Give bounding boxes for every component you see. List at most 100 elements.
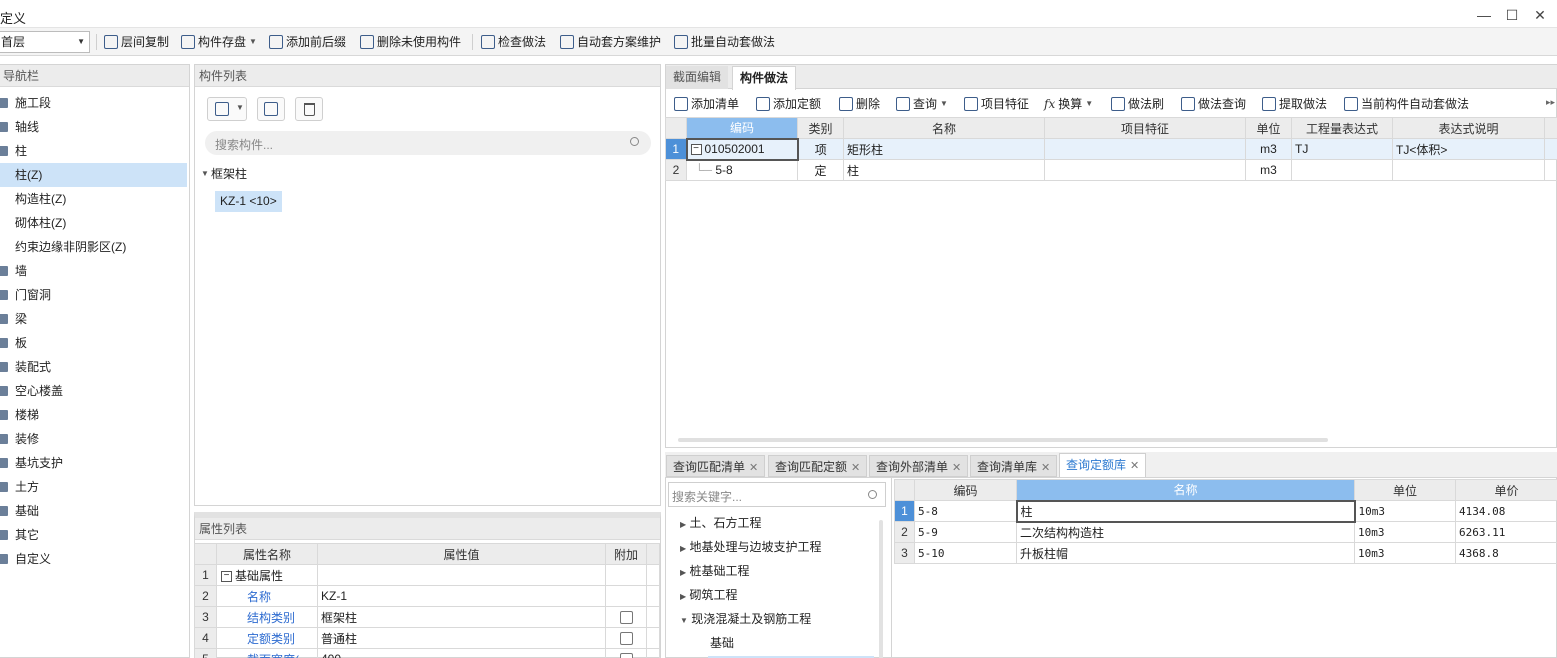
property-value[interactable]: KZ-1: [317, 585, 606, 607]
quota-search-input[interactable]: 搜索关键字...: [668, 482, 886, 507]
minimize-button[interactable]: —: [1472, 5, 1496, 25]
close-icon[interactable]: ✕: [749, 462, 758, 474]
horizontal-scrollbar[interactable]: [678, 438, 1328, 442]
nav-item-pit-support[interactable]: 基坑支护: [0, 451, 187, 475]
overflow-chevron-icon[interactable]: ▸▸: [1546, 97, 1555, 108]
close-icon[interactable]: ✕: [851, 462, 860, 474]
tab-component-method[interactable]: 构件做法: [732, 66, 797, 90]
close-icon[interactable]: ✕: [1130, 460, 1139, 472]
check-method-button[interactable]: 检查做法: [481, 32, 546, 52]
tab-match-list[interactable]: 查询匹配清单 ✕: [666, 455, 766, 477]
method-unit[interactable]: m3: [1245, 159, 1292, 181]
extract-method-button[interactable]: 提取做法: [1262, 94, 1327, 114]
method-name[interactable]: 矩形柱: [843, 138, 1045, 160]
nav-item-column-z[interactable]: 柱(Z): [0, 163, 187, 187]
table-row[interactable]: 2 名称 KZ-1: [194, 585, 660, 607]
table-row[interactable]: 1 5-8 柱 10m3 4134.08: [894, 499, 1557, 523]
tree-item-pile-foundation[interactable]: ▶ 桩基础工程: [680, 560, 750, 582]
collapse-icon[interactable]: −: [221, 570, 232, 582]
tree-item-base[interactable]: 基础: [710, 632, 734, 654]
tab-list-library[interactable]: 查询清单库 ✕: [970, 455, 1058, 477]
nav-item-constructional-column[interactable]: 构造柱(Z): [0, 187, 187, 211]
nav-item-masonry-column[interactable]: 砌体柱(Z): [0, 211, 187, 235]
nav-item-prefab[interactable]: 装配式: [0, 355, 187, 379]
tree-group-frame-column[interactable]: 框架柱: [211, 165, 247, 182]
add-prefix-suffix-button[interactable]: 添加前后缀: [269, 32, 346, 52]
method-query-button[interactable]: 做法查询: [1181, 94, 1246, 114]
quota-name[interactable]: 柱: [1015, 499, 1356, 523]
nav-item-beam[interactable]: 梁: [0, 307, 187, 331]
delete-unused-button[interactable]: 删除未使用构件: [360, 32, 461, 52]
quota-name[interactable]: 二次结构构造柱: [1016, 521, 1355, 543]
table-row[interactable]: 5 截面宽度( 400: [194, 648, 660, 658]
nav-item-decoration[interactable]: 装修: [0, 427, 187, 451]
property-value[interactable]: 400: [317, 648, 606, 658]
method-expression[interactable]: [1291, 159, 1393, 181]
table-row[interactable]: 3 结构类别 框架柱: [194, 606, 660, 628]
component-item-kz1[interactable]: KZ-1 <10>: [215, 191, 282, 212]
tab-section-edit[interactable]: 截面编辑: [666, 66, 729, 89]
delete-component-button[interactable]: [295, 97, 323, 121]
add-quota-button[interactable]: 添加定额: [756, 94, 821, 114]
batch-auto-method-button[interactable]: 批量自动套做法: [674, 32, 775, 52]
quota-name[interactable]: 升板柱帽: [1016, 542, 1355, 564]
chevron-down-icon[interactable]: ▼: [201, 169, 209, 178]
table-row[interactable]: 1 − 基础属性: [194, 564, 660, 586]
auto-apply-current-button[interactable]: 当前构件自动套做法: [1344, 94, 1469, 114]
method-brush-button[interactable]: 做法刷: [1111, 94, 1164, 114]
nav-item-construction-section[interactable]: 施工段: [0, 91, 187, 115]
pane-divider[interactable]: [891, 478, 892, 658]
method-unit[interactable]: m3: [1245, 138, 1292, 160]
close-button[interactable]: ✕: [1528, 5, 1552, 25]
close-icon[interactable]: ✕: [952, 462, 961, 474]
component-save-button[interactable]: 构件存盘 ▼: [181, 32, 257, 52]
maximize-button[interactable]: ☐: [1500, 5, 1524, 25]
component-search-input[interactable]: 搜索构件...: [205, 131, 651, 155]
property-value[interactable]: 框架柱: [317, 606, 606, 628]
nav-item-stairs[interactable]: 楼梯: [0, 403, 187, 427]
nav-item-other[interactable]: 其它: [0, 523, 187, 547]
table-row[interactable]: 3 5-10 升板柱帽 10m3 4368.8: [894, 542, 1557, 564]
nav-item-door-window[interactable]: 门窗洞: [0, 283, 187, 307]
auto-scheme-maintain-button[interactable]: 自动套方案维护: [560, 32, 661, 52]
extra-checkbox[interactable]: [619, 611, 633, 625]
nav-item-column[interactable]: 柱: [0, 139, 187, 163]
tree-item-earthwork[interactable]: ▶ 土、石方工程: [680, 512, 762, 534]
nav-item-boundary-non-shadow[interactable]: 约束边缘非阴影区(Z): [0, 235, 187, 259]
new-component-button[interactable]: ▼: [207, 97, 247, 121]
tree-scrollbar[interactable]: [879, 520, 883, 658]
tab-match-quota[interactable]: 查询匹配定额 ✕: [768, 455, 868, 477]
nav-item-wall[interactable]: 墙: [0, 259, 187, 283]
method-feature[interactable]: [1044, 138, 1246, 160]
convert-button[interactable]: fx 换算 ▼: [1044, 94, 1093, 114]
query-button[interactable]: 查询 ▼: [896, 94, 948, 114]
nav-item-axis[interactable]: 轴线: [0, 115, 187, 139]
nav-item-custom[interactable]: 自定义: [0, 547, 187, 571]
copy-component-button[interactable]: [257, 97, 285, 121]
property-value[interactable]: [317, 564, 606, 586]
nav-item-hollow-floor[interactable]: 空心楼盖: [0, 379, 187, 403]
method-expression[interactable]: TJ: [1291, 138, 1393, 160]
copy-between-floors-button[interactable]: 层间复制: [104, 32, 169, 52]
nav-item-foundation[interactable]: 基础: [0, 499, 187, 523]
nav-item-slab[interactable]: 板: [0, 331, 187, 355]
table-row[interactable]: 4 定额类别 普通柱: [194, 627, 660, 649]
tab-external-list[interactable]: 查询外部清单 ✕: [869, 455, 969, 477]
extra-checkbox[interactable]: [619, 632, 633, 646]
property-value[interactable]: 普通柱: [317, 627, 606, 649]
method-name[interactable]: 柱: [843, 159, 1045, 181]
close-icon[interactable]: ✕: [1041, 462, 1050, 474]
tab-quota-library[interactable]: 查询定额库 ✕: [1059, 453, 1147, 478]
method-feature[interactable]: [1044, 159, 1246, 181]
table-row[interactable]: 2 5-9 二次结构构造柱 10m3 6263.11: [894, 521, 1557, 543]
tree-item-ground-treatment[interactable]: ▶ 地基处理与边坡支护工程: [680, 536, 822, 558]
table-row[interactable]: 2 └─ 5-8 定 柱 m3: [665, 159, 1557, 181]
floor-select[interactable]: 首层 ▼: [0, 31, 90, 53]
tree-item-cast-concrete[interactable]: ▼ 现浇混凝土及钢筋工程: [680, 608, 811, 630]
table-row[interactable]: 1 −010502001 项 矩形柱 m3 TJ TJ<体积>: [665, 137, 1557, 161]
tree-item-masonry[interactable]: ▶ 砌筑工程: [680, 584, 738, 606]
add-list-button[interactable]: 添加清单: [674, 94, 739, 114]
item-feature-button[interactable]: 项目特征: [964, 94, 1029, 114]
delete-method-button[interactable]: 删除: [839, 94, 880, 114]
nav-item-earthwork[interactable]: 土方: [0, 475, 187, 499]
